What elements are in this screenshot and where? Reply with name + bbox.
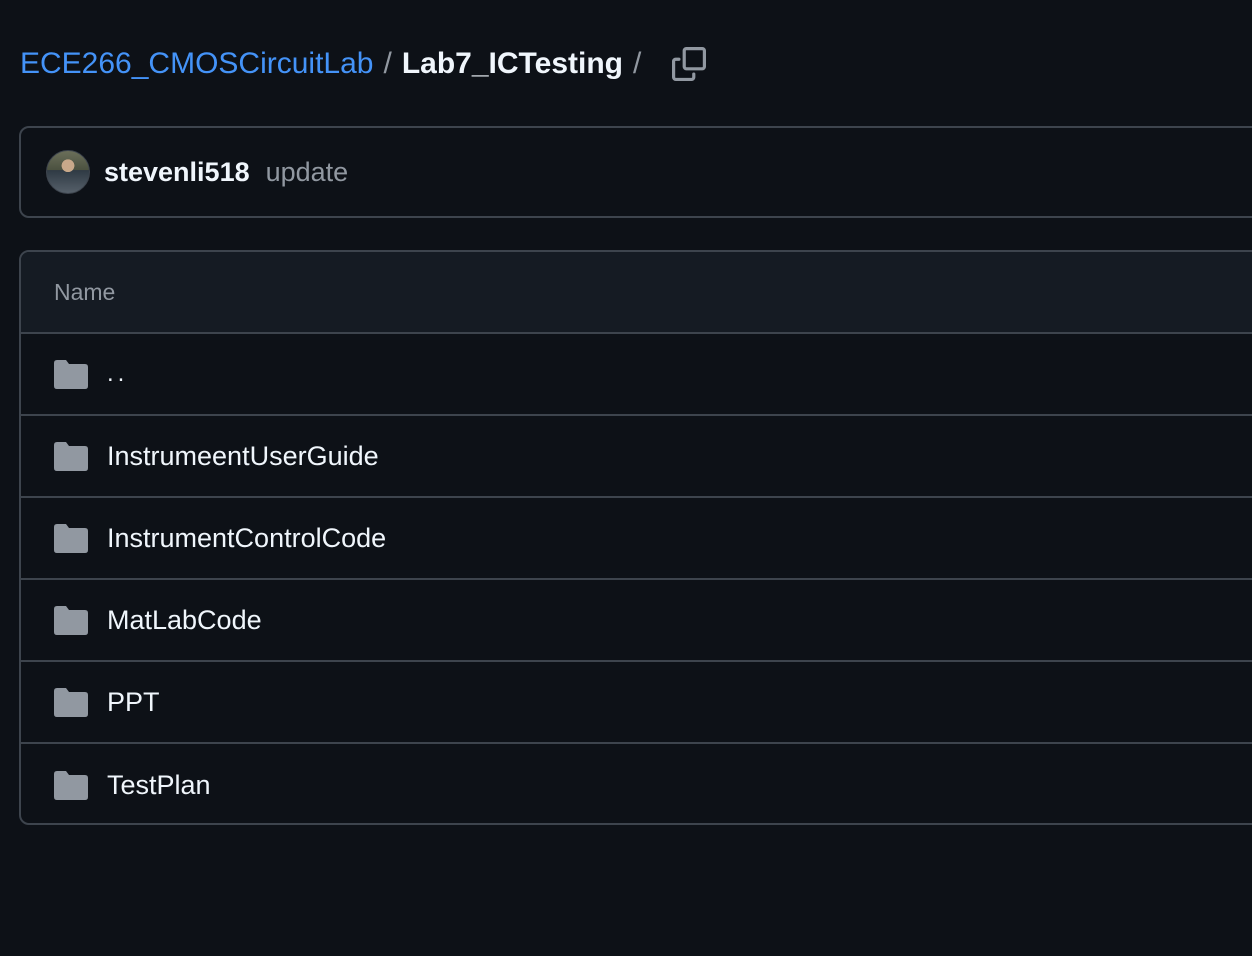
copy-path-button[interactable] — [669, 44, 709, 84]
folder-icon — [54, 359, 88, 389]
row-label[interactable]: TestPlan — [107, 770, 211, 801]
commit-author-link[interactable]: stevenli518 — [104, 157, 250, 188]
row-label[interactable]: PPT — [107, 687, 160, 718]
breadcrumb-repo-link[interactable]: ECE266_CMOSCircuitLab — [20, 44, 373, 84]
table-row[interactable]: TestPlan — [21, 744, 1252, 823]
folder-icon — [54, 770, 88, 800]
latest-commit-box: stevenli518 update — [19, 126, 1252, 218]
table-row[interactable]: PPT — [21, 662, 1252, 744]
copy-icon — [672, 47, 707, 81]
commit-message-link[interactable]: update — [266, 157, 349, 188]
column-header-name: Name — [54, 278, 116, 305]
file-table: Name .. InstrumeentUserGuide InstrumentC… — [19, 250, 1252, 825]
breadcrumb-separator: / — [383, 47, 392, 80]
breadcrumb-trailing-separator: / — [632, 47, 642, 80]
row-label[interactable]: MatLabCode — [107, 605, 262, 636]
row-label[interactable]: InstrumentControlCode — [107, 523, 386, 554]
breadcrumb-current-folder: Lab7_ICTesting — [401, 47, 623, 80]
row-label[interactable]: InstrumeentUserGuide — [107, 441, 379, 472]
table-row[interactable]: InstrumentControlCode — [21, 498, 1252, 580]
table-row-parent-directory[interactable]: .. — [21, 334, 1252, 416]
folder-icon — [54, 523, 88, 553]
folder-icon — [54, 605, 88, 635]
table-row[interactable]: InstrumeentUserGuide — [21, 416, 1252, 498]
breadcrumb: ECE266_CMOSCircuitLab / Lab7_ICTesting / — [20, 44, 709, 84]
avatar[interactable] — [46, 150, 90, 194]
table-header: Name — [21, 252, 1252, 334]
table-row[interactable]: MatLabCode — [21, 580, 1252, 662]
row-label[interactable]: .. — [107, 360, 128, 388]
folder-icon — [54, 441, 88, 471]
folder-icon — [54, 687, 88, 717]
